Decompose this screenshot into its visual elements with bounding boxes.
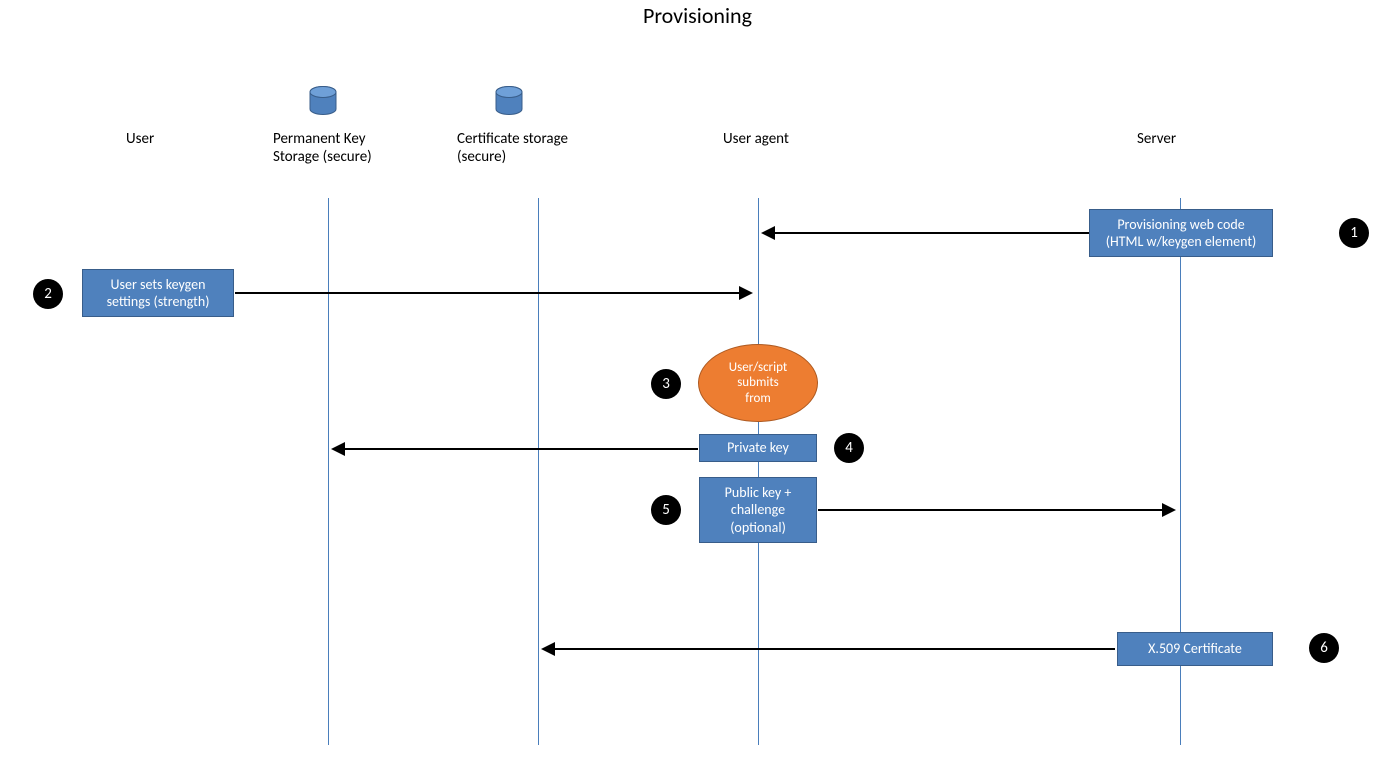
lifeline — [538, 198, 539, 745]
lane-label-ua: User agent — [723, 130, 789, 148]
database-icon — [307, 85, 339, 117]
lane-label-cs: Certificate storage (secure) — [457, 130, 568, 166]
arrow — [333, 448, 698, 450]
lane-label-user: User — [126, 130, 154, 148]
lifeline — [758, 198, 759, 745]
lane-label-server: Server — [1137, 130, 1176, 148]
step-badge-2: 2 — [33, 279, 63, 309]
step-box-private-key: Private key — [699, 434, 817, 462]
step-badge-6: 6 — [1309, 633, 1339, 663]
diagram-root: Provisioning User Permanent Key Storage … — [0, 0, 1397, 769]
step-box-public-key: Public key + challenge (optional) — [699, 477, 817, 543]
step-ellipse-submit: User/script submits from — [698, 344, 818, 422]
step-badge-3: 3 — [651, 369, 681, 399]
arrow — [543, 648, 1115, 650]
step-box-keygen-settings: User sets keygen settings (strength) — [82, 269, 234, 317]
step-box-x509: X.509 Certificate — [1117, 632, 1273, 666]
database-icon — [493, 85, 525, 117]
step-badge-4: 4 — [834, 433, 864, 463]
arrow — [818, 509, 1174, 511]
arrow — [235, 292, 751, 294]
lane-label-pks: Permanent Key Storage (secure) — [273, 130, 372, 166]
arrow — [763, 232, 1091, 234]
step-box-provisioning-code: Provisioning web code (HTML w/keygen ele… — [1089, 209, 1273, 257]
lifeline — [328, 198, 329, 745]
step-badge-1: 1 — [1339, 218, 1369, 248]
diagram-title: Provisioning — [643, 2, 752, 29]
step-badge-5: 5 — [651, 495, 681, 525]
